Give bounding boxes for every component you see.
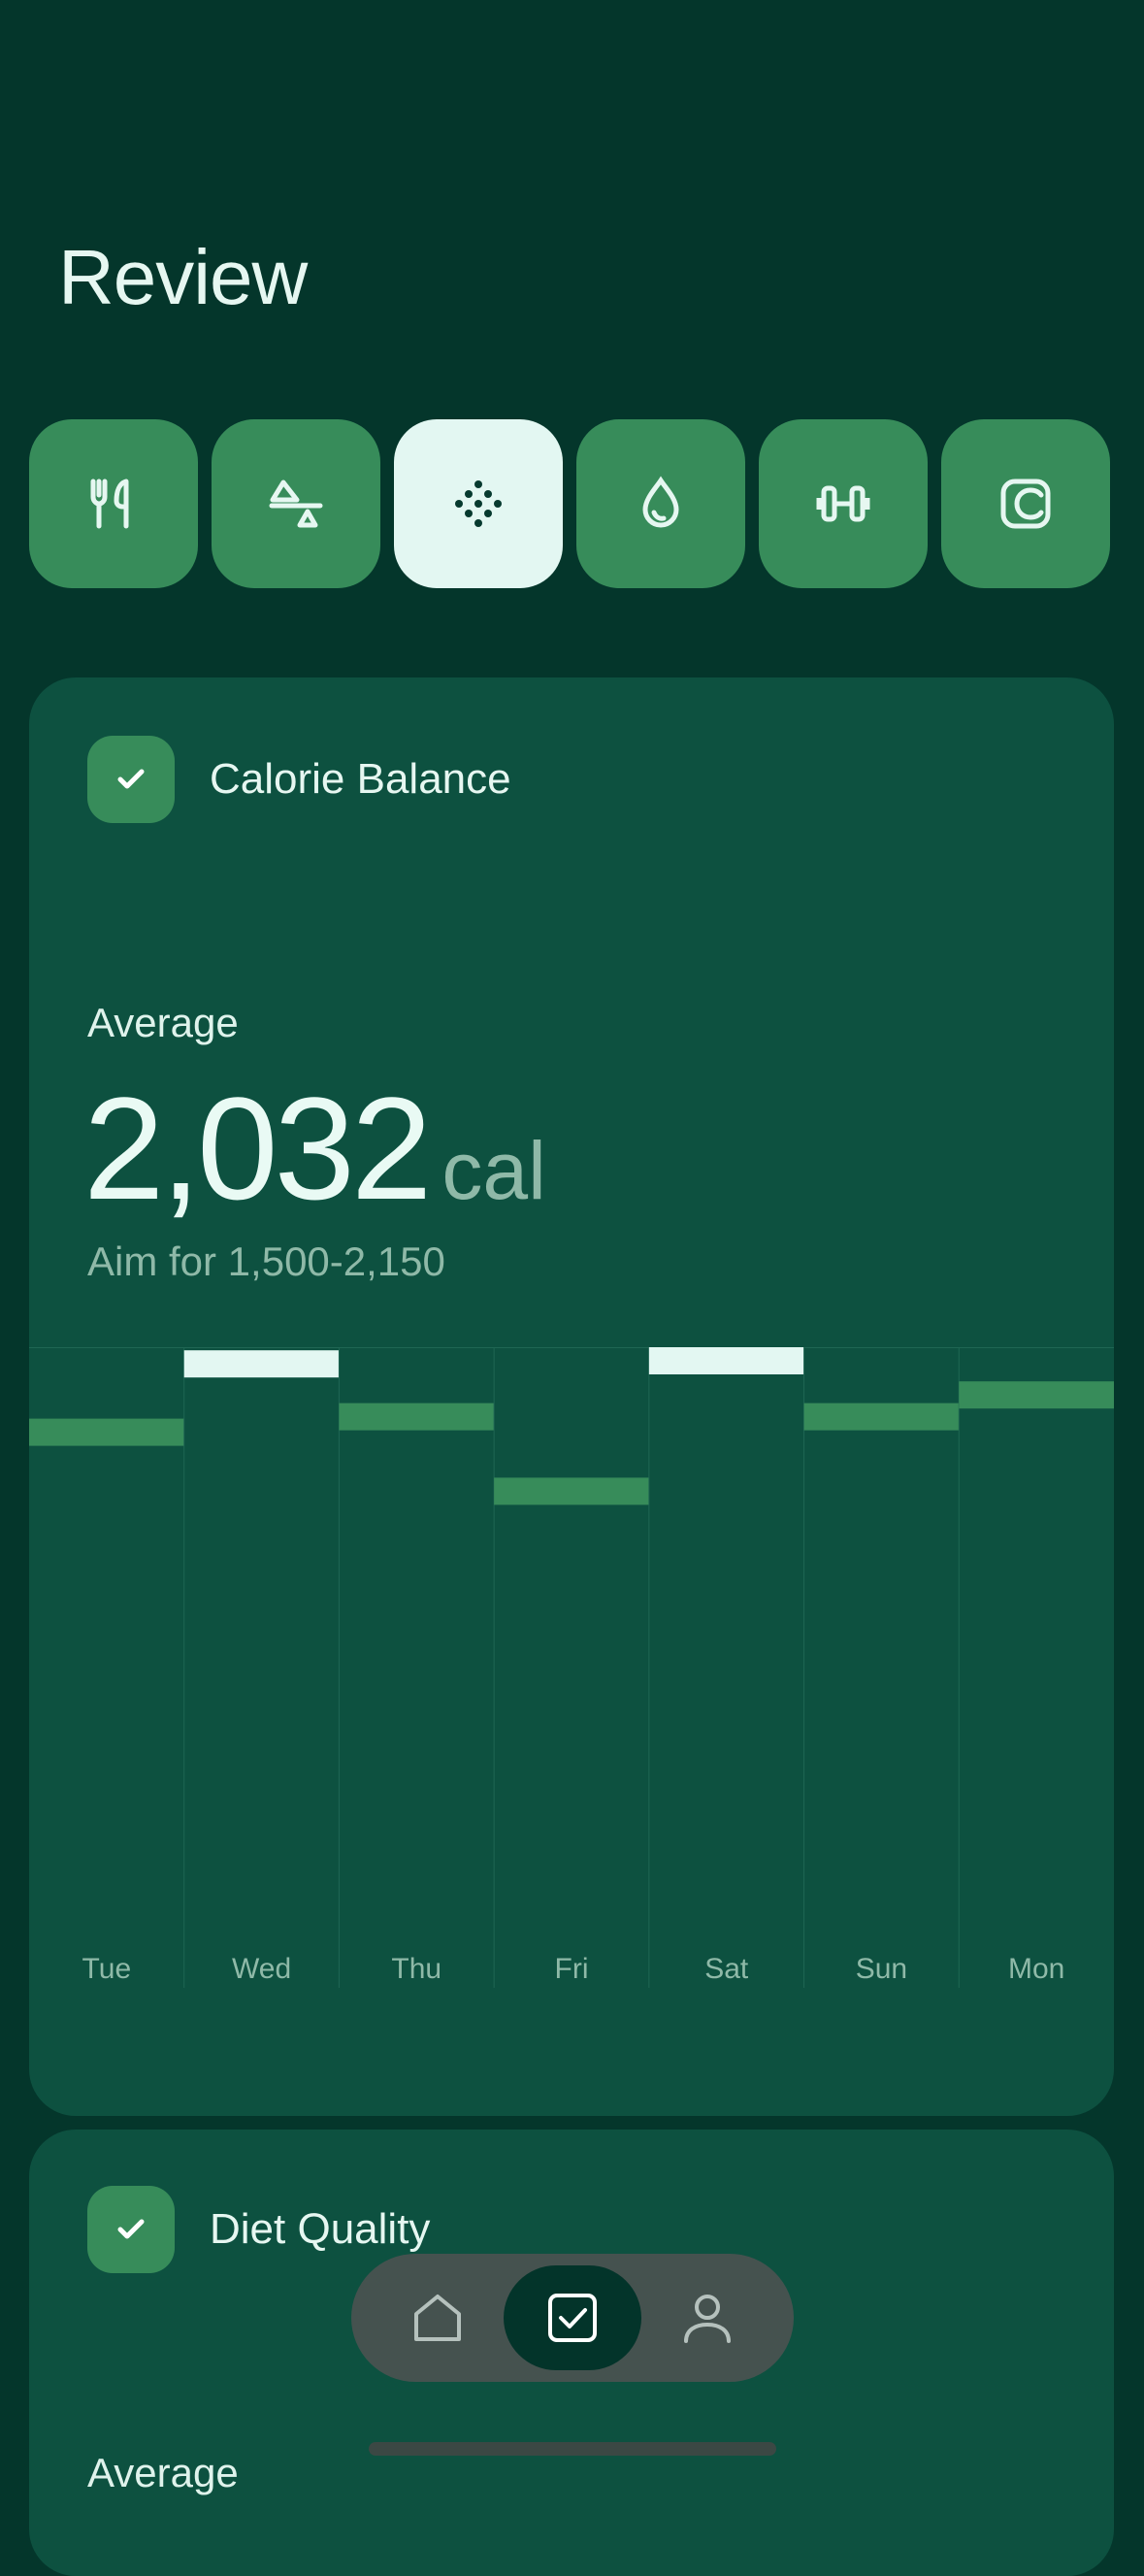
balance-icon — [269, 479, 323, 528]
tab-exercise[interactable] — [759, 419, 928, 588]
tab-balance[interactable] — [212, 419, 380, 588]
checked-icon-box[interactable] — [87, 736, 175, 823]
nav-home[interactable] — [369, 2265, 507, 2370]
water-drop-icon — [642, 476, 679, 528]
average-unit: cal — [441, 1125, 546, 1216]
home-icon — [414, 2295, 461, 2341]
c-square-icon — [1000, 479, 1051, 529]
dots-grid-icon — [455, 480, 502, 527]
chart-day-label: Wed — [232, 1953, 291, 1985]
chart-day-label: Thu — [391, 1953, 441, 1985]
calorie-balance-card[interactable]: Calorie Balance Average 2,032 cal Aim fo… — [29, 677, 1114, 2116]
bottom-navigation — [351, 2254, 794, 2382]
checkmark-icon — [117, 2219, 145, 2239]
chart-bar-sun[interactable] — [803, 1403, 960, 1431]
chart-bar-sat[interactable] — [648, 1347, 804, 1374]
home-indicator[interactable] — [369, 2442, 776, 2456]
checked-icon-box[interactable] — [87, 2186, 175, 2273]
chart-day-label: Mon — [1008, 1953, 1064, 1985]
tab-nutrition[interactable] — [29, 419, 198, 588]
utensils-icon — [90, 479, 129, 529]
average-value-group: 2,032 cal — [83, 1075, 546, 1221]
average-label: Average — [87, 1000, 239, 1045]
chart-bar-tue[interactable] — [29, 1418, 184, 1446]
dumbbell-icon — [816, 485, 870, 522]
calorie-bar-chart[interactable]: Tue Wed Thu Fri Sat Sun Mon — [29, 1347, 1114, 1988]
chart-day-label: Sun — [856, 1953, 907, 1985]
chart-canvas: Tue Wed Thu Fri Sat Sun Mon — [29, 1347, 1114, 1988]
chart-day-label: Fri — [555, 1953, 589, 1985]
card-title: Calorie Balance — [210, 755, 511, 803]
card-title: Diet Quality — [210, 2205, 431, 2253]
checkbox-icon — [548, 2294, 597, 2342]
chart-day-label: Tue — [82, 1953, 132, 1985]
nav-profile[interactable] — [638, 2265, 776, 2370]
chart-bar-thu[interactable] — [339, 1403, 495, 1431]
average-value: 2,032 — [83, 1067, 432, 1230]
profile-icon — [684, 2295, 731, 2343]
category-tabs — [29, 419, 1116, 590]
average-label: Average — [87, 2450, 239, 2495]
tab-other[interactable] — [941, 419, 1110, 588]
chart-bar-wed[interactable] — [183, 1350, 340, 1378]
tab-water[interactable] — [576, 419, 745, 588]
chart-bar-fri[interactable] — [494, 1477, 649, 1505]
nav-review[interactable] — [504, 2265, 641, 2370]
chart-day-label: Sat — [704, 1953, 749, 1985]
aim-range-text: Aim for 1,500-2,150 — [87, 1238, 445, 1284]
checkmark-icon — [117, 769, 145, 789]
chart-bar-mon[interactable] — [959, 1381, 1114, 1409]
tab-calorie-balance[interactable] — [394, 419, 563, 588]
page-title: Review — [58, 234, 308, 320]
